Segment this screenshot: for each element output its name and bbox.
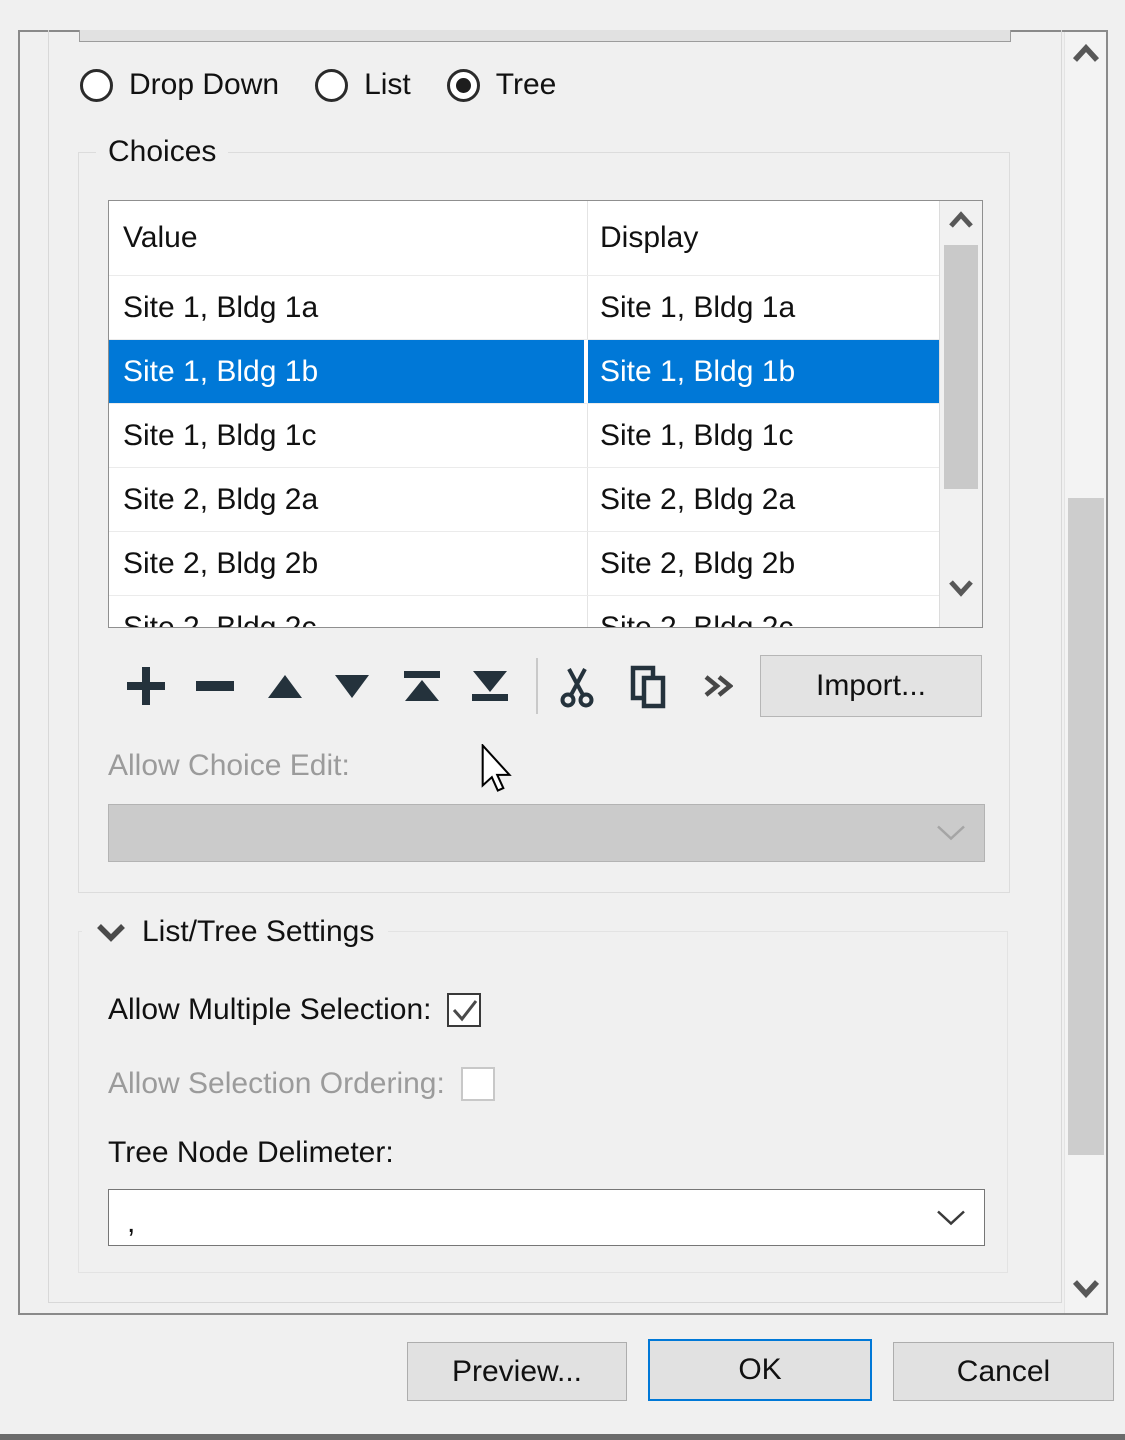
radio-circle[interactable] [80, 69, 113, 102]
scroll-up-button[interactable] [940, 211, 982, 229]
cell-display: Site 1, Bldg 1a [588, 276, 941, 339]
radio-circle[interactable] [447, 69, 480, 102]
view-mode-radio-group: Drop Down List Tree [80, 64, 556, 106]
radio-list[interactable]: List [315, 68, 411, 102]
chevron-down-icon [936, 825, 966, 842]
choices-group-label: Choices [96, 133, 228, 171]
table-row[interactable]: Site 2, Bldg 2aSite 2, Bldg 2a [109, 468, 941, 532]
move-to-bottom-icon[interactable] [471, 671, 509, 701]
ok-button[interactable]: OK [648, 1339, 872, 1401]
allow-selection-ordering-label: Allow Selection Ordering: [108, 1067, 445, 1101]
collapse-chevron-icon [96, 923, 126, 942]
radio-label: Tree [496, 68, 557, 102]
scroll-down-button[interactable] [1065, 1278, 1106, 1298]
clipped-control-top [79, 30, 1011, 42]
dialog-scrollbar[interactable] [1064, 32, 1106, 1313]
chevron-down-icon [1072, 1278, 1100, 1298]
preview-button-label: Preview... [452, 1355, 582, 1389]
chevron-up-icon [1072, 44, 1100, 64]
chevron-down-icon [936, 1209, 966, 1226]
section-title: List/Tree Settings [142, 915, 374, 949]
allow-multiple-selection-label: Allow Multiple Selection: [108, 993, 431, 1027]
choice-options-dialog: Drop Down List Tree Choices Value Displa… [0, 0, 1125, 1440]
radio-circle[interactable] [315, 69, 348, 102]
cut-icon[interactable] [557, 666, 597, 708]
tree-node-delimeter-label: Tree Node Delimeter: [108, 1135, 394, 1171]
chevron-down-icon [948, 579, 974, 597]
column-header-display: Display [588, 201, 941, 275]
chevron-up-icon [948, 211, 974, 229]
table-header: Value Display [109, 201, 941, 276]
cell-display: Site 2, Bldg 2b [588, 532, 941, 595]
scroll-down-button[interactable] [940, 579, 982, 597]
scrollbar-thumb[interactable] [944, 245, 978, 489]
radio-label: Drop Down [129, 68, 279, 102]
allow-multiple-selection-checkbox[interactable] [447, 993, 481, 1027]
preview-button[interactable]: Preview... [407, 1342, 627, 1401]
cell-value: Site 1, Bldg 1c [109, 404, 588, 467]
table-row[interactable]: Site 1, Bldg 1bSite 1, Bldg 1b [109, 340, 941, 404]
delimeter-value: , [127, 1206, 135, 1240]
cell-value: Site 2, Bldg 2b [109, 532, 588, 595]
allow-multiple-selection-row: Allow Multiple Selection: [108, 991, 481, 1029]
cell-value: Site 1, Bldg 1b [109, 340, 588, 403]
table-row[interactable]: Site 2, Bldg 2bSite 2, Bldg 2b [109, 532, 941, 596]
choices-table[interactable]: Value Display Site 1, Bldg 1aSite 1, Bld… [108, 200, 983, 628]
cancel-button-label: Cancel [957, 1355, 1050, 1389]
table-body: Site 1, Bldg 1aSite 1, Bldg 1aSite 1, Bl… [109, 276, 982, 628]
cell-value: Site 1, Bldg 1a [109, 276, 588, 339]
table-row[interactable]: Site 2, Bldg 2cSite 2, Bldg 2c [109, 596, 941, 628]
allow-choice-edit-combo [108, 804, 985, 862]
checkmark-icon [449, 995, 479, 1025]
radio-label: List [364, 68, 411, 102]
cell-display: Site 1, Bldg 1c [588, 404, 941, 467]
allow-choice-edit-label: Allow Choice Edit: [108, 748, 350, 784]
radio-tree[interactable]: Tree [447, 68, 557, 102]
cell-display: Site 2, Bldg 2a [588, 468, 941, 531]
move-to-top-icon[interactable] [403, 671, 441, 701]
table-scrollbar[interactable] [939, 201, 982, 627]
cell-display: Site 1, Bldg 1b [588, 340, 941, 403]
copy-icon[interactable] [630, 665, 666, 709]
column-header-value: Value [109, 201, 588, 275]
more-tools-icon[interactable] [703, 673, 733, 699]
scrollbar-thumb[interactable] [1068, 498, 1104, 1155]
ok-button-label: OK [738, 1353, 781, 1387]
mouse-cursor [481, 744, 512, 792]
move-up-icon[interactable] [268, 675, 302, 698]
import-button[interactable]: Import... [760, 655, 982, 717]
import-button-label: Import... [816, 669, 926, 703]
allow-selection-ordering-row: Allow Selection Ordering: [108, 1065, 495, 1103]
table-row[interactable]: Site 1, Bldg 1cSite 1, Bldg 1c [109, 404, 941, 468]
table-row[interactable]: Site 1, Bldg 1aSite 1, Bldg 1a [109, 276, 941, 340]
allow-selection-ordering-checkbox [461, 1067, 495, 1101]
choices-toolbar: Import... [108, 652, 983, 720]
tree-node-delimeter-combo[interactable]: , [108, 1189, 985, 1246]
radio-drop-down[interactable]: Drop Down [80, 68, 279, 102]
window-bottom-edge [0, 1434, 1125, 1440]
move-down-icon[interactable] [335, 675, 369, 698]
scroll-up-button[interactable] [1065, 44, 1106, 64]
toolbar-separator [536, 658, 538, 714]
remove-icon[interactable] [196, 681, 234, 691]
cell-value: Site 2, Bldg 2c [109, 596, 588, 628]
list-tree-settings-header[interactable]: List/Tree Settings [82, 912, 388, 952]
add-icon[interactable] [127, 667, 165, 705]
cell-display: Site 2, Bldg 2c [588, 596, 941, 628]
cell-value: Site 2, Bldg 2a [109, 468, 588, 531]
cancel-button[interactable]: Cancel [893, 1342, 1114, 1401]
